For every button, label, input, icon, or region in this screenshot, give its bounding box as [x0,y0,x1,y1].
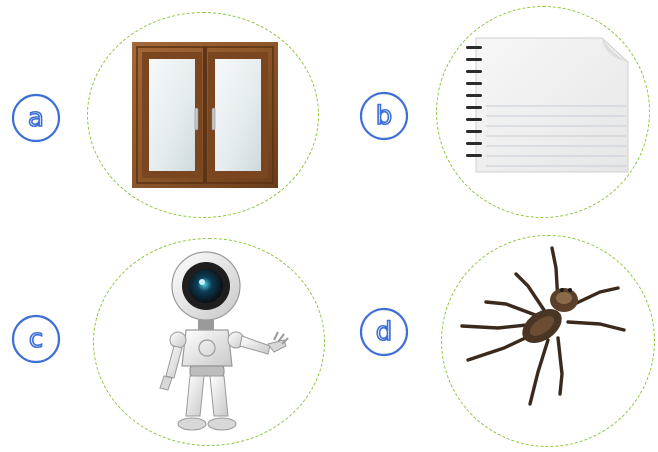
option-c-label: c [29,324,43,354]
robot-icon [150,248,290,438]
option-a-badge: a [10,92,62,144]
window-icon [132,42,278,188]
notepad-icon [462,36,630,174]
option-b-label: b [376,101,393,131]
option-d-badge: d [358,306,410,358]
option-a-label: a [28,103,44,133]
option-c-badge: c [10,313,62,365]
option-b-badge: b [358,90,410,142]
spider-icon [458,244,630,412]
option-d-label: d [376,317,393,347]
